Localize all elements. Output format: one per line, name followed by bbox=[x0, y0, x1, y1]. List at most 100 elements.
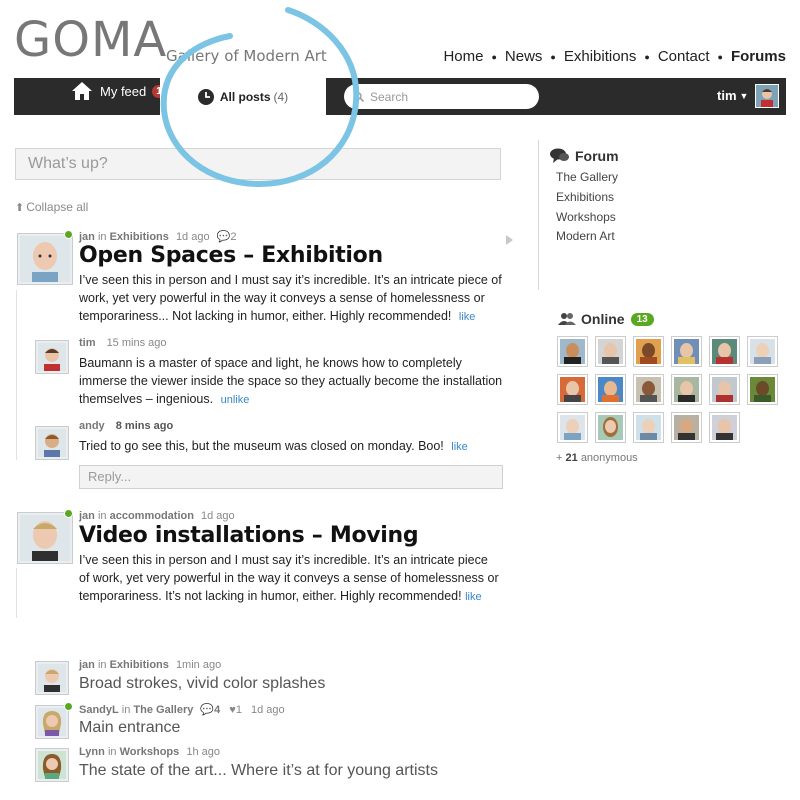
post-in: in bbox=[97, 231, 107, 243]
reply-time: 15 mins ago bbox=[106, 337, 167, 349]
forum-link-gallery[interactable]: The Gallery bbox=[556, 170, 618, 184]
tab-my-feed-label: My feed bbox=[100, 83, 147, 99]
user-portrait-icon bbox=[756, 85, 778, 107]
online-user-avatar[interactable] bbox=[633, 336, 664, 367]
clock-icon bbox=[197, 88, 214, 105]
avatar[interactable] bbox=[35, 705, 69, 739]
user-portrait-icon bbox=[38, 708, 66, 736]
post-meta: SandyL in The Gallery 💬4 ♥1 1d ago bbox=[79, 703, 285, 716]
like-link[interactable]: like bbox=[465, 591, 482, 603]
post-time: 1h ago bbox=[186, 746, 220, 758]
online-user-avatar[interactable] bbox=[595, 412, 626, 443]
post-author[interactable]: jan bbox=[79, 510, 95, 522]
post-time: 1d ago bbox=[201, 510, 235, 522]
user-name: tim bbox=[717, 88, 737, 103]
avatar[interactable] bbox=[17, 233, 73, 285]
nav-home[interactable]: Home bbox=[443, 48, 483, 65]
online-user-avatar[interactable] bbox=[709, 336, 740, 367]
avatar[interactable] bbox=[35, 340, 69, 374]
reply-input[interactable]: Reply... bbox=[79, 465, 503, 489]
avatar[interactable] bbox=[35, 426, 69, 460]
post-author[interactable]: jan bbox=[79, 659, 95, 671]
online-user-avatar[interactable] bbox=[633, 412, 664, 443]
like-link[interactable]: like bbox=[451, 441, 468, 453]
user-portrait-icon bbox=[38, 343, 66, 371]
like-count: 1 bbox=[235, 704, 242, 716]
online-user-avatar[interactable] bbox=[633, 374, 664, 405]
avatar[interactable] bbox=[17, 512, 73, 564]
post-category[interactable]: Workshops bbox=[120, 746, 180, 758]
post-author[interactable]: Lynn bbox=[79, 746, 105, 758]
avatar[interactable] bbox=[35, 661, 69, 695]
thread-line bbox=[16, 568, 17, 618]
online-user-avatar[interactable] bbox=[557, 374, 588, 405]
online-user-avatar[interactable] bbox=[671, 412, 702, 443]
collapse-all-button[interactable]: ⬆ Collapse all bbox=[15, 200, 88, 214]
anonymous-label: anonymous bbox=[580, 452, 638, 464]
post-meta: Lynn in Workshops 1h ago bbox=[79, 746, 220, 758]
avatar[interactable] bbox=[755, 84, 779, 108]
collapse-all-label: Collapse all bbox=[26, 200, 89, 214]
forum-link-modern-art[interactable]: Modern Art bbox=[556, 229, 615, 243]
search-input[interactable]: Search bbox=[344, 84, 539, 109]
nav-news[interactable]: News bbox=[505, 48, 543, 65]
post-category[interactable]: Exhibitions bbox=[110, 231, 169, 243]
unlike-link[interactable]: unlike bbox=[221, 394, 250, 406]
post-category[interactable]: The Gallery bbox=[133, 704, 193, 716]
post-title[interactable]: Video installations – Moving bbox=[79, 523, 419, 548]
online-user-avatar[interactable] bbox=[557, 412, 588, 443]
tab-all-posts-label: All posts bbox=[219, 89, 271, 104]
post-category[interactable]: Exhibitions bbox=[110, 659, 169, 671]
online-user-avatar[interactable] bbox=[709, 374, 740, 405]
post-author[interactable]: SandyL bbox=[79, 704, 119, 716]
user-portrait-icon bbox=[38, 429, 66, 457]
search-icon bbox=[354, 91, 364, 102]
nav-exhibitions[interactable]: Exhibitions bbox=[564, 48, 637, 65]
post-category[interactable]: accommodation bbox=[110, 510, 194, 522]
reply-meta: tim 15 mins ago bbox=[79, 337, 167, 349]
user-portrait-icon bbox=[38, 664, 66, 692]
reply-body: Baumann is a master of space and light, … bbox=[79, 354, 509, 409]
home-icon bbox=[72, 82, 92, 100]
reply-author[interactable]: andy bbox=[79, 420, 105, 432]
online-user-avatar[interactable] bbox=[671, 336, 702, 367]
site-logo[interactable]: GOMA bbox=[14, 16, 167, 64]
post-time: 1min ago bbox=[175, 659, 222, 671]
online-user-avatar[interactable] bbox=[709, 412, 740, 443]
status-composer-input[interactable]: What’s up? bbox=[15, 148, 501, 180]
post-text: I’ve seen this in person and I must say … bbox=[79, 273, 502, 323]
online-user-avatar[interactable] bbox=[671, 374, 702, 405]
online-count-badge: 13 bbox=[630, 312, 654, 326]
online-title: Online bbox=[581, 311, 625, 327]
online-user-avatar[interactable] bbox=[747, 374, 778, 405]
online-status-dot bbox=[64, 230, 73, 239]
tab-my-feed[interactable]: My feed 13 bbox=[72, 82, 172, 100]
anonymous-count: + 21 anonymous bbox=[556, 452, 638, 464]
forum-link-exhibitions[interactable]: Exhibitions bbox=[556, 190, 614, 204]
reply-author[interactable]: tim bbox=[79, 337, 96, 349]
online-users-grid bbox=[557, 336, 778, 443]
post-title[interactable]: The state of the art... Where it’s at fo… bbox=[79, 762, 438, 780]
avatar[interactable] bbox=[35, 748, 69, 782]
user-menu[interactable]: tim ▼ bbox=[717, 88, 748, 103]
online-user-avatar[interactable] bbox=[557, 336, 588, 367]
forum-link-workshops[interactable]: Workshops bbox=[556, 210, 616, 224]
comment-icon: 💬 bbox=[200, 704, 215, 716]
post-title[interactable]: Broad strokes, vivid color splashes bbox=[79, 675, 325, 693]
post-text: I’ve seen this in person and I must say … bbox=[79, 553, 499, 603]
online-user-avatar[interactable] bbox=[595, 336, 626, 367]
like-link[interactable]: like bbox=[459, 311, 476, 323]
nav-forums[interactable]: Forums bbox=[731, 48, 786, 65]
nav-contact[interactable]: Contact bbox=[658, 48, 710, 65]
post-author[interactable]: jan bbox=[79, 231, 95, 243]
chevron-down-icon: ▼ bbox=[739, 90, 749, 101]
online-user-avatar[interactable] bbox=[747, 336, 778, 367]
post-time: 1d ago bbox=[175, 231, 210, 243]
tab-all-posts[interactable]: All posts (4) bbox=[160, 78, 326, 115]
post-title[interactable]: Main entrance bbox=[79, 719, 180, 737]
expand-arrow-icon[interactable] bbox=[506, 235, 513, 245]
online-status-dot bbox=[64, 702, 73, 711]
post-title[interactable]: Open Spaces – Exhibition bbox=[79, 243, 383, 268]
online-user-avatar[interactable] bbox=[595, 374, 626, 405]
user-portrait-icon bbox=[38, 751, 66, 779]
